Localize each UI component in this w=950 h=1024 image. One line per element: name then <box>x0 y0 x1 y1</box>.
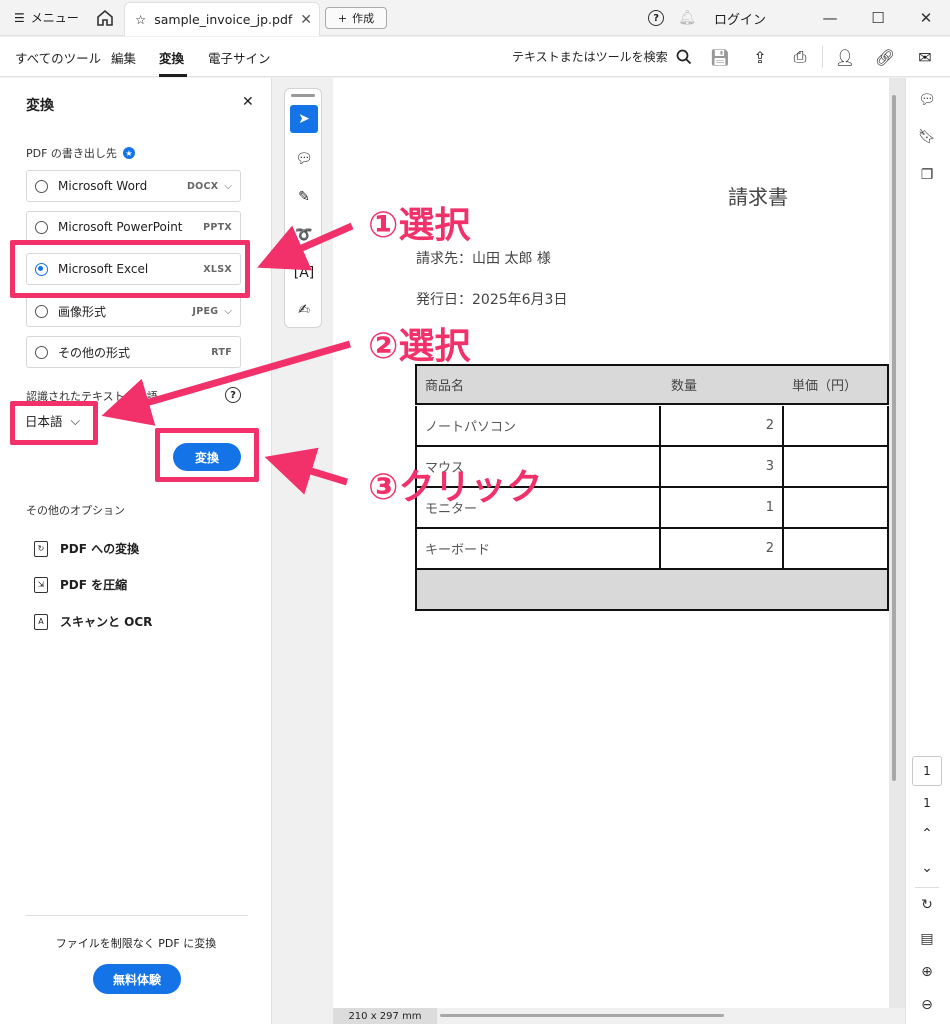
step1-annotation: ①選択 <box>368 205 471 246</box>
step3-annotation: ③クリック <box>368 467 543 508</box>
annotation-arrows <box>101 222 354 495</box>
step2-annotation: ②選択 <box>368 326 471 367</box>
